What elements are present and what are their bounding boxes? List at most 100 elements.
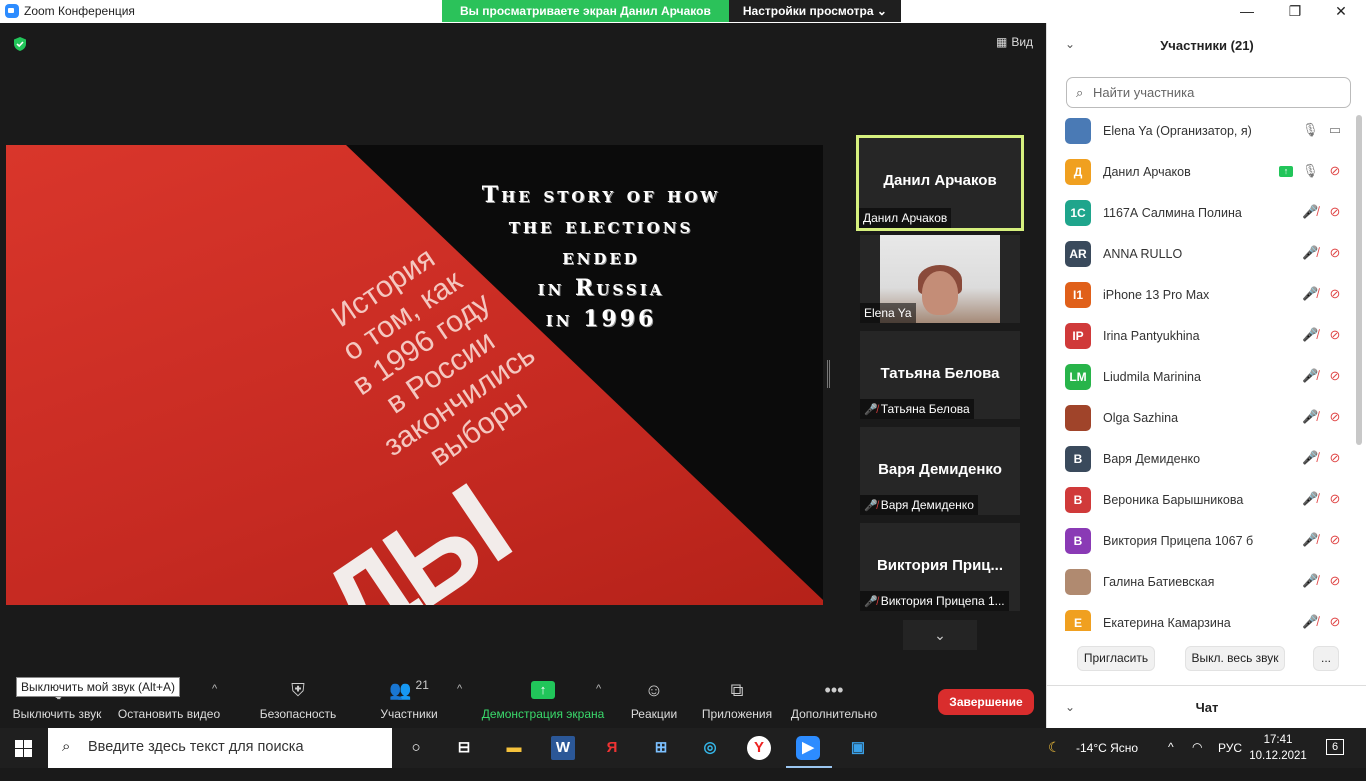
weather-text[interactable]: -14°C Ясно bbox=[1076, 741, 1138, 781]
video-tile[interactable]: Татьяна Белова 🎤̸ Татьяна Белова bbox=[860, 331, 1020, 419]
taskbar-search-input[interactable]: ⌕ Введите здесь текст для поиска bbox=[48, 728, 392, 768]
mic-off-icon[interactable]: 🎤̸ bbox=[1302, 245, 1318, 263]
participant-row[interactable]: 1C 1167А Салмина Полина 🎤̸ ⊘ bbox=[1047, 193, 1353, 234]
mic-off-icon[interactable]: 🎤̸ bbox=[1302, 450, 1318, 468]
video-off-icon[interactable]: ⊘ bbox=[1325, 614, 1345, 631]
yandex-browser-icon[interactable]: Я bbox=[600, 736, 624, 760]
video-camera-icon[interactable]: ▭ bbox=[1325, 122, 1345, 140]
participant-row[interactable]: В Виктория Прицепа 1067 б 🎤̸ ⊘ bbox=[1047, 521, 1353, 562]
chevron-up-icon[interactable]: ^ bbox=[212, 683, 217, 695]
view-button[interactable]: ▦ Вид bbox=[996, 35, 1033, 49]
participant-row[interactable]: Д Данил Арчаков ↑ 🎙 ⊘ bbox=[1047, 152, 1353, 193]
participants-button[interactable]: 👥 21 Участники bbox=[376, 673, 442, 728]
meeting-stage: ▦ Вид История о том, как в 1996 году в Р… bbox=[0, 23, 1046, 673]
invite-button[interactable]: Пригласить bbox=[1077, 646, 1155, 671]
mic-off-icon[interactable]: 🎤̸ bbox=[1302, 368, 1318, 386]
microphone-icon[interactable]: 🎙 bbox=[1302, 163, 1319, 181]
chevron-up-icon[interactable]: ^ bbox=[457, 683, 462, 695]
video-off-icon[interactable]: ⊘ bbox=[1325, 327, 1345, 345]
security-button[interactable]: ⛨ Безопасность bbox=[256, 673, 340, 728]
participant-row[interactable]: В Вероника Барышникова 🎤̸ ⊘ bbox=[1047, 480, 1353, 521]
end-meeting-button[interactable]: Завершение bbox=[938, 689, 1034, 715]
video-off-icon[interactable]: ⊘ bbox=[1325, 532, 1345, 550]
mic-off-icon[interactable]: 🎤̸ bbox=[1302, 491, 1318, 509]
chat-header[interactable]: ⌄ Чат bbox=[1047, 685, 1366, 728]
taskbar-clock[interactable]: 17:41 10.12.2021 bbox=[1248, 732, 1308, 764]
network-icon[interactable]: ◠ bbox=[1192, 740, 1202, 780]
participant-name: 1167А Салмина Полина bbox=[1103, 206, 1242, 220]
file-explorer-icon[interactable]: ▬ bbox=[502, 736, 526, 760]
video-off-icon[interactable]: ⊘ bbox=[1325, 163, 1345, 181]
video-off-icon[interactable]: ⊘ bbox=[1325, 204, 1345, 222]
mute-tooltip: Выключить мой звук (Alt+A) bbox=[16, 677, 180, 697]
chevron-up-icon[interactable]: ^ bbox=[1168, 740, 1174, 780]
share-screen-button[interactable]: ↑ Демонстрация экрана bbox=[480, 673, 606, 728]
video-off-icon[interactable]: ⊘ bbox=[1325, 573, 1345, 591]
participant-row[interactable]: AR ANNA RULLO 🎤̸ ⊘ bbox=[1047, 234, 1353, 275]
video-tile-active-speaker[interactable]: Данил Арчаков Данил Арчаков bbox=[856, 135, 1024, 231]
participant-name: Elena Ya (Организатор, я) bbox=[1103, 124, 1252, 138]
chevron-down-icon[interactable]: ⌄ bbox=[903, 620, 977, 650]
apps-icon: ⧉ bbox=[730, 679, 744, 700]
maximize-button[interactable]: ❐ bbox=[1285, 1, 1305, 21]
participant-row[interactable]: I1 iPhone 13 Pro Max 🎤̸ ⊘ bbox=[1047, 275, 1353, 316]
participant-row[interactable]: Elena Ya (Организатор, я) 🎙 ▭ bbox=[1047, 111, 1353, 152]
video-tile[interactable]: Виктория Приц... 🎤̸ Виктория Прицепа 1... bbox=[860, 523, 1020, 611]
avatar: 1C bbox=[1065, 200, 1091, 226]
mic-off-icon[interactable]: 🎤̸ bbox=[1302, 286, 1318, 304]
mic-off-icon[interactable]: 🎤̸ bbox=[1302, 409, 1318, 427]
mic-off-icon[interactable]: 🎤̸ bbox=[1302, 327, 1318, 345]
video-off-icon[interactable]: ⊘ bbox=[1325, 450, 1345, 468]
chevron-up-icon[interactable]: ^ bbox=[596, 683, 601, 695]
windows-start-icon[interactable] bbox=[15, 740, 32, 757]
media-player-icon[interactable]: ▣ bbox=[846, 736, 870, 760]
cortana-icon[interactable]: ○ bbox=[404, 736, 428, 760]
more-options-button[interactable]: ... bbox=[1313, 646, 1339, 671]
zoom-app-icon[interactable]: ▶ bbox=[796, 736, 820, 760]
mic-off-icon[interactable]: 🎤̸ bbox=[1302, 614, 1318, 631]
reactions-button[interactable]: ☺ Реакции bbox=[626, 673, 682, 728]
edge-icon[interactable]: ◎ bbox=[698, 736, 722, 760]
video-off-icon[interactable]: ⊘ bbox=[1325, 409, 1345, 427]
close-button[interactable]: ✕ bbox=[1331, 1, 1351, 21]
split-divider-handle[interactable] bbox=[827, 360, 830, 388]
avatar: В bbox=[1065, 528, 1091, 554]
apps-button[interactable]: ⧉ Приложения bbox=[698, 673, 776, 728]
minimize-button[interactable]: — bbox=[1237, 1, 1257, 21]
video-off-icon[interactable]: ⊘ bbox=[1325, 286, 1345, 304]
store-icon[interactable]: ⊞ bbox=[649, 736, 673, 760]
more-button[interactable]: ••• Дополнительно bbox=[788, 673, 880, 728]
participant-name: Варя Демиденко bbox=[1103, 452, 1201, 466]
video-tile-self[interactable]: Elena Ya bbox=[860, 235, 1020, 323]
mic-off-icon[interactable]: 🎤̸ bbox=[1302, 573, 1318, 591]
participant-row[interactable]: В Варя Демиденко 🎤̸ ⊘ bbox=[1047, 439, 1353, 480]
mic-off-icon[interactable]: 🎤̸ bbox=[1302, 204, 1318, 222]
video-off-icon[interactable]: ⊘ bbox=[1325, 368, 1345, 386]
participant-name: Liudmila Marinina bbox=[1103, 370, 1201, 384]
microphone-icon[interactable]: 🎙 bbox=[1302, 122, 1319, 140]
participant-list-scrollbar[interactable] bbox=[1356, 115, 1362, 445]
language-indicator[interactable]: РУС bbox=[1218, 741, 1242, 781]
mute-all-button[interactable]: Выкл. весь звук bbox=[1185, 646, 1285, 671]
avatar: IP bbox=[1065, 323, 1091, 349]
video-tile[interactable]: Варя Демиденко 🎤̸ Варя Демиденко bbox=[860, 427, 1020, 515]
mic-off-icon: 🎤̸ bbox=[864, 499, 878, 512]
yandex-icon[interactable]: Y bbox=[747, 736, 771, 760]
word-icon[interactable]: W bbox=[551, 736, 575, 760]
participant-search-input[interactable]: ⌕ Найти участника bbox=[1066, 77, 1351, 108]
video-off-icon[interactable]: ⊘ bbox=[1325, 245, 1345, 263]
notifications-icon[interactable]: 6 bbox=[1326, 739, 1344, 755]
view-options-button[interactable]: Настройки просмотра ⌄ bbox=[728, 0, 901, 22]
participant-row[interactable]: IP Irina Pantyukhina 🎤̸ ⊘ bbox=[1047, 316, 1353, 357]
mic-off-icon: 🎤̸ bbox=[864, 595, 878, 608]
participant-row[interactable]: Галина Батиевская 🎤̸ ⊘ bbox=[1047, 562, 1353, 603]
participant-name: Olga Sazhina bbox=[1103, 411, 1179, 425]
participant-row[interactable]: Olga Sazhina 🎤̸ ⊘ bbox=[1047, 398, 1353, 439]
search-icon: ⌕ bbox=[62, 738, 71, 755]
mic-off-icon[interactable]: 🎤̸ bbox=[1302, 532, 1318, 550]
participant-row[interactable]: LM Liudmila Marinina 🎤̸ ⊘ bbox=[1047, 357, 1353, 398]
participant-row[interactable]: Е Екатерина Камарзина 🎤̸ ⊘ bbox=[1047, 603, 1353, 631]
video-off-icon[interactable]: ⊘ bbox=[1325, 491, 1345, 509]
more-dots-icon: ••• bbox=[824, 679, 844, 700]
task-view-icon[interactable]: ⊟ bbox=[452, 736, 476, 760]
